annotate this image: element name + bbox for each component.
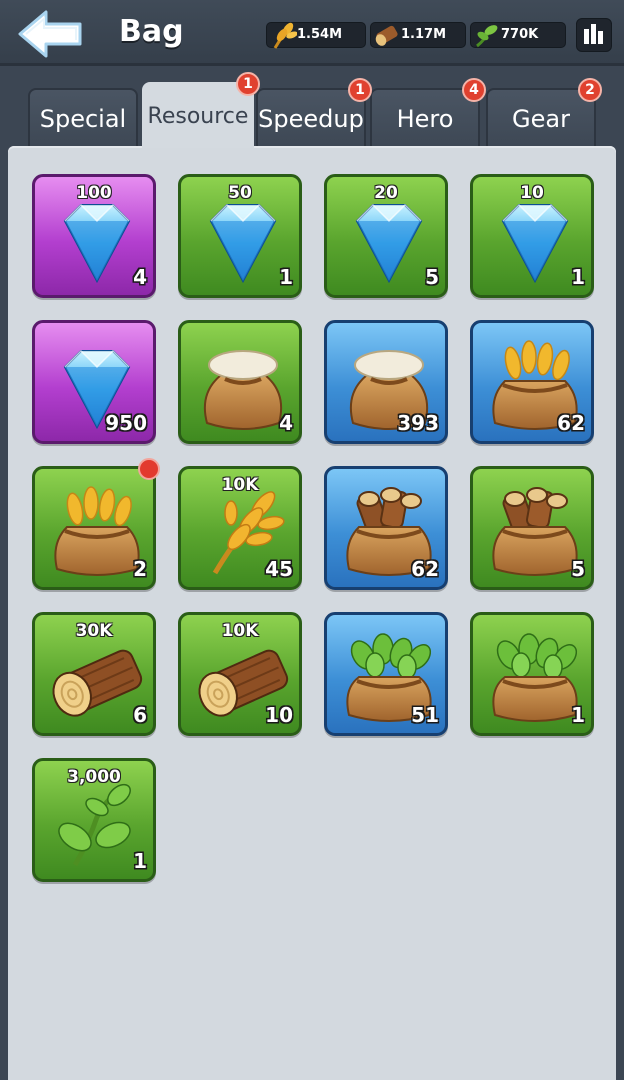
food-value: 1.54M bbox=[297, 27, 343, 42]
wood-log-icon bbox=[375, 25, 398, 46]
inventory-item[interactable]: 62 bbox=[324, 466, 448, 590]
item-amount: 50 bbox=[228, 183, 252, 203]
item-count: 6 bbox=[133, 703, 147, 727]
item-count: 62 bbox=[557, 411, 585, 435]
item-count: 5 bbox=[571, 557, 585, 581]
page-title: Bag bbox=[119, 14, 184, 49]
inventory-item[interactable]: 51 bbox=[324, 612, 448, 736]
tab-resource[interactable]: Resource 1 bbox=[142, 72, 260, 148]
leaf-icon bbox=[476, 25, 498, 48]
inventory-item[interactable]: 393 bbox=[324, 320, 448, 444]
item-count: 2 bbox=[133, 557, 147, 581]
herb-value: 770K bbox=[501, 27, 539, 42]
item-count: 1 bbox=[279, 265, 293, 289]
tab-gear[interactable]: Gear 2 bbox=[486, 78, 602, 146]
inventory-item[interactable]: 4 bbox=[178, 320, 302, 444]
tab-special[interactable]: Special bbox=[28, 88, 138, 146]
item-count: 1 bbox=[133, 849, 147, 873]
item-amount: 10K bbox=[221, 475, 259, 495]
wood-resource-counter: 1.17M bbox=[370, 22, 466, 48]
notification-badge: 1 bbox=[348, 78, 372, 102]
item-amount: 100 bbox=[76, 183, 112, 203]
item-count: 5 bbox=[425, 265, 439, 289]
stats-button[interactable] bbox=[576, 18, 612, 52]
inventory-item[interactable]: 100 4 bbox=[32, 174, 156, 298]
inventory-item[interactable]: 1 bbox=[470, 612, 594, 736]
item-count: 393 bbox=[397, 411, 439, 435]
notification-badge: 1 bbox=[236, 72, 260, 96]
item-count: 4 bbox=[133, 265, 147, 289]
back-arrow-icon bbox=[18, 10, 82, 58]
item-amount: 10 bbox=[520, 183, 544, 203]
item-count: 10 bbox=[265, 703, 293, 727]
notification-badge: 4 bbox=[462, 78, 486, 102]
tab-label: Resource bbox=[147, 104, 249, 129]
item-amount: 10K bbox=[221, 621, 259, 641]
item-amount: 20 bbox=[374, 183, 398, 203]
item-amount: 3,000 bbox=[67, 767, 121, 787]
wood-value: 1.17M bbox=[401, 27, 447, 42]
back-button[interactable] bbox=[16, 8, 86, 60]
inventory-item[interactable]: 10 1 bbox=[470, 174, 594, 298]
inventory-item[interactable]: 50 1 bbox=[178, 174, 302, 298]
tab-label: Hero bbox=[396, 105, 454, 133]
item-count: 1 bbox=[571, 703, 585, 727]
tab-hero[interactable]: Hero 4 bbox=[370, 78, 486, 146]
tab-speedup[interactable]: Speedup 1 bbox=[256, 78, 372, 146]
item-grid: 100 4 50 1 20 5 10 1 950 4 393 62 2 10K … bbox=[8, 146, 616, 1080]
inventory-item[interactable]: 2 bbox=[32, 466, 156, 590]
item-count: 1 bbox=[571, 265, 585, 289]
inventory-item[interactable]: 950 bbox=[32, 320, 156, 444]
item-count: 62 bbox=[411, 557, 439, 581]
new-item-dot bbox=[138, 458, 160, 480]
tab-label: Gear bbox=[512, 105, 570, 133]
notification-badge: 2 bbox=[578, 78, 602, 102]
bar-chart-icon bbox=[584, 24, 603, 44]
item-count: 51 bbox=[411, 703, 439, 727]
item-count: 950 bbox=[105, 411, 147, 435]
item-amount: 30K bbox=[75, 621, 113, 641]
inventory-item[interactable]: 3,000 1 bbox=[32, 758, 156, 882]
tab-label: Special bbox=[39, 105, 127, 133]
inventory-item[interactable]: 5 bbox=[470, 466, 594, 590]
inventory-item[interactable]: 10K 45 bbox=[178, 466, 302, 590]
inventory-panel: 100 4 50 1 20 5 10 1 950 4 393 62 2 10K … bbox=[8, 146, 616, 1080]
inventory-item[interactable]: 10K 10 bbox=[178, 612, 302, 736]
inventory-item[interactable]: 62 bbox=[470, 320, 594, 444]
food-resource-counter: 1.54M bbox=[266, 22, 366, 49]
herb-resource-counter: 770K bbox=[470, 22, 566, 48]
wheat-icon bbox=[273, 22, 297, 49]
item-count: 45 bbox=[265, 557, 293, 581]
tab-label: Speedup bbox=[258, 105, 364, 133]
top-bar: Bag 1.54M 1.17M 770K bbox=[0, 0, 624, 66]
item-count: 4 bbox=[279, 411, 293, 435]
inventory-item[interactable]: 30K 6 bbox=[32, 612, 156, 736]
inventory-item[interactable]: 20 5 bbox=[324, 174, 448, 298]
